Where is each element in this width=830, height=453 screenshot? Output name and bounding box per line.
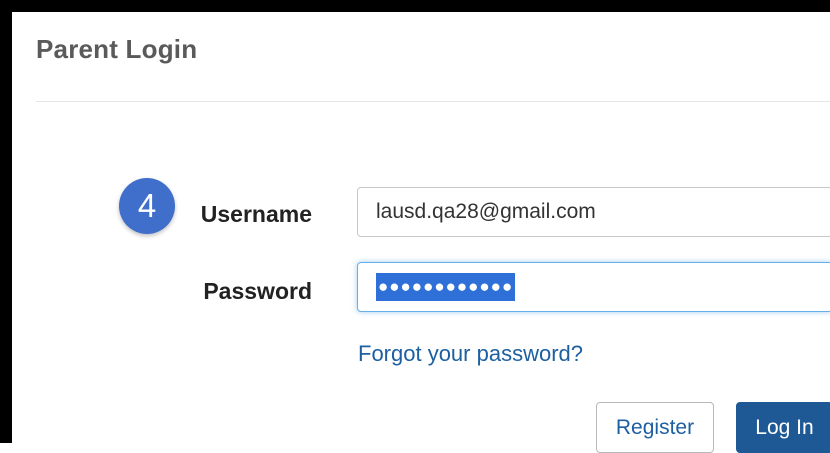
username-input[interactable] — [357, 187, 830, 237]
username-label: Username — [200, 201, 312, 227]
forgot-password-link[interactable]: Forgot your password? — [358, 341, 583, 367]
password-input[interactable]: ●●●●●●●●●●●● — [357, 262, 830, 312]
register-button[interactable]: Register — [596, 402, 714, 453]
password-masked-text: ●●●●●●●●●●●● — [376, 273, 516, 301]
page-title: Parent Login — [36, 34, 198, 64]
login-button[interactable]: Log In — [736, 402, 830, 453]
login-panel: Parent Login 4 Username Password ●●●●●●●… — [0, 0, 830, 453]
password-label: Password — [203, 278, 312, 304]
title-divider — [36, 101, 830, 102]
